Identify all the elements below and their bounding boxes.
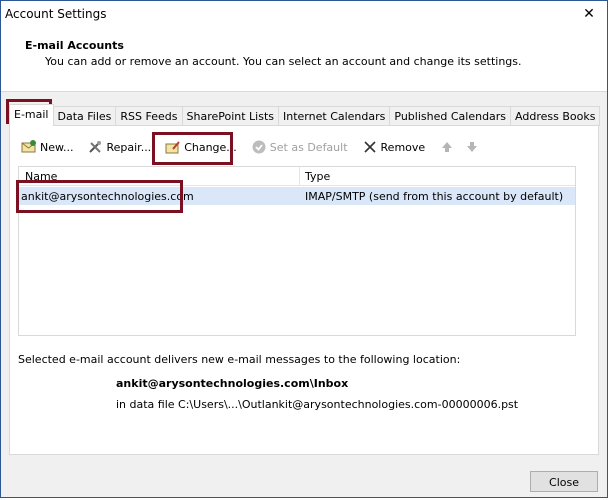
set-as-default-label: Set as Default <box>269 140 348 154</box>
column-separator <box>299 167 300 185</box>
repair-button[interactable]: Repair... <box>84 137 154 157</box>
dialog-header: E-mail Accounts You can add or remove an… <box>1 29 607 92</box>
delivery-intro: Selected e-mail account delivers new e-m… <box>18 353 461 366</box>
account-settings-window: Account Settings ✕ E-mail Accounts You c… <box>0 0 608 498</box>
tab-data-files[interactable]: Data Files <box>52 106 117 126</box>
arrow-down-icon <box>464 139 480 155</box>
account-name: ankit@arysontechnologies.com <box>21 190 194 203</box>
move-down-button[interactable] <box>461 137 486 157</box>
header-description: You can add or remove an account. You ca… <box>45 55 522 68</box>
header-title: E-mail Accounts <box>25 39 124 52</box>
move-up-button[interactable] <box>436 137 461 157</box>
account-row[interactable]: ankit@arysontechnologies.com IMAP/SMTP (… <box>19 187 575 205</box>
tab-internet-calendars[interactable]: Internet Calendars <box>278 106 391 126</box>
new-button-label: New... <box>40 140 74 154</box>
account-type: IMAP/SMTP (send from this account by def… <box>305 190 564 203</box>
set-as-default-button[interactable]: Set as Default <box>248 137 351 157</box>
tab-address-books[interactable]: Address Books <box>510 106 601 126</box>
tab-sharepoint-lists[interactable]: SharePoint Lists <box>181 106 280 126</box>
list-header: Name Type <box>19 167 575 186</box>
change-account-icon <box>165 139 181 155</box>
delivery-datafile: in data file C:\Users\...\Outlankit@arys… <box>116 398 519 411</box>
remove-button[interactable]: Remove <box>359 137 429 157</box>
close-button[interactable]: Close <box>530 471 598 492</box>
repair-button-label: Repair... <box>106 140 152 154</box>
email-tab-panel: New... Repair... Change... Set as Defaul… <box>9 125 599 455</box>
column-header-name[interactable]: Name <box>25 170 57 183</box>
column-header-type[interactable]: Type <box>305 170 330 183</box>
arrow-up-icon <box>439 139 455 155</box>
change-button-label: Change... <box>184 140 237 154</box>
delivery-folder: ankit@arysontechnologies.com\Inbox <box>116 377 349 390</box>
checkmark-circle-icon <box>251 139 267 155</box>
window-title: Account Settings <box>5 7 107 21</box>
tab-email[interactable]: E-mail <box>9 104 54 126</box>
change-button[interactable]: Change... <box>162 137 240 157</box>
tab-published-calendars[interactable]: Published Calendars <box>389 106 512 126</box>
account-toolbar: New... Repair... Change... Set as Defaul… <box>18 136 494 158</box>
accounts-list: Name Type ankit@arysontechnologies.com I… <box>18 166 576 336</box>
repair-tools-icon <box>87 139 103 155</box>
new-button[interactable]: New... <box>18 137 76 157</box>
tab-rss-feeds[interactable]: RSS Feeds <box>115 106 183 126</box>
remove-button-label: Remove <box>380 140 426 154</box>
close-icon[interactable]: ✕ <box>579 5 599 23</box>
remove-x-icon <box>362 139 378 155</box>
title-bar: Account Settings ✕ <box>1 1 607 29</box>
new-account-icon <box>21 139 37 155</box>
tab-strip: E-mail Data Files RSS Feeds SharePoint L… <box>9 104 601 126</box>
